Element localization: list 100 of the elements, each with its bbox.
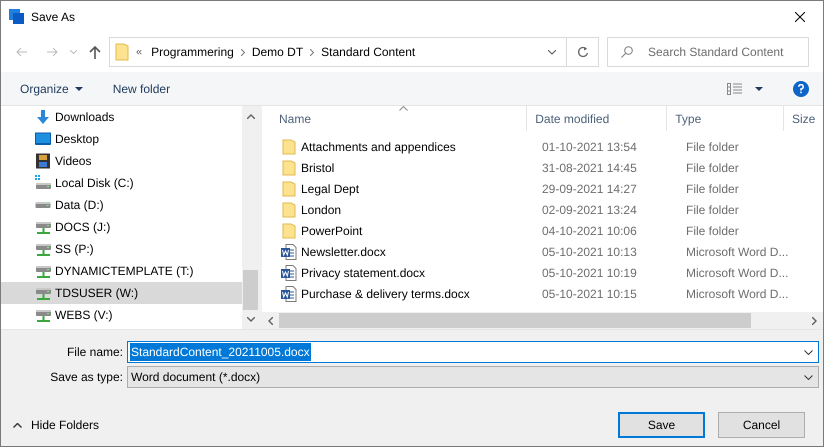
chevron-right-icon <box>240 48 245 56</box>
close-icon <box>795 12 805 22</box>
word-document-icon <box>281 286 297 302</box>
type-cell-text: Microsoft Word D... <box>685 286 790 302</box>
address-bar[interactable]: « Programmering Demo DT Standard Content <box>109 37 599 67</box>
date-modified-cell-text: 05-10-2021 10:13 <box>541 244 638 260</box>
file-name[interactable]: Purchase & delivery terms.docx <box>301 284 470 302</box>
chevron-down-icon <box>548 50 556 54</box>
chevron-down-icon <box>804 350 813 354</box>
scroll-left-icon <box>268 316 273 324</box>
file-name[interactable]: Legal Dept <box>301 180 360 198</box>
dialog-button[interactable]: Save <box>618 412 705 438</box>
chevron-right-icon <box>310 48 314 56</box>
window-title: Save As <box>31 8 76 26</box>
column-header[interactable]: Size <box>783 106 823 131</box>
system-drive-icon <box>35 175 51 191</box>
back-arrow-icon <box>16 47 28 57</box>
folder-icon <box>282 180 296 196</box>
new-folder-button[interactable]: New folder <box>106 76 178 102</box>
type-cell-text: File folder <box>685 202 740 218</box>
type-cell-text: File folder <box>685 138 740 156</box>
type-cell-text: File folder <box>685 180 740 198</box>
navigation-item[interactable]: Videos <box>1 150 242 172</box>
file-name[interactable]: PowerPoint <box>301 222 362 240</box>
folder-icon <box>282 202 296 218</box>
column-header[interactable]: Date modified <box>526 106 666 131</box>
breadcrumb-item[interactable]: Programmering <box>151 43 234 61</box>
folder-icon <box>282 138 296 154</box>
question-mark-icon <box>798 84 804 94</box>
navigation-item[interactable]: Downloads <box>1 106 242 128</box>
chevron-up-icon <box>13 422 22 428</box>
sort-ascending-icon <box>399 106 408 111</box>
horizontal-scrollbar[interactable] <box>262 312 823 329</box>
caret-down-icon <box>74 86 83 90</box>
type-cell-text: Microsoft Word D... <box>685 264 790 282</box>
date-modified-cell-text: 02-09-2021 13:24 <box>541 202 638 218</box>
window-app-icon <box>9 8 25 24</box>
breadcrumb-item[interactable]: Standard Content <box>321 43 416 61</box>
file-name-field[interactable]: StandardContent_20211005.docx <box>127 341 819 363</box>
save-as-type-dropdown[interactable]: Word document (*.docx) <box>127 366 819 388</box>
help-button[interactable] <box>793 80 809 96</box>
navigation-item[interactable]: DOCS (J:) <box>1 216 242 238</box>
search-icon <box>621 46 633 58</box>
film-strip-icon <box>35 153 51 169</box>
type-cell-text: Microsoft Word D... <box>685 244 790 260</box>
network-drive-icon <box>35 263 51 279</box>
drive-icon <box>35 202 51 208</box>
navigation-item[interactable]: Data (D:) <box>1 194 242 216</box>
type-cell-text: File folder <box>685 160 740 176</box>
file-name[interactable]: Attachments and appendices <box>301 138 456 156</box>
column-header[interactable]: Name <box>271 106 526 131</box>
date-modified-cell-text: 05-10-2021 10:15 <box>541 286 638 302</box>
file-name[interactable]: Privacy statement.docx <box>301 264 426 282</box>
breadcrumb-overflow[interactable]: « <box>136 44 142 60</box>
navigation-item[interactable]: DYNAMICTEMPLATE (T:) <box>1 260 242 282</box>
date-modified-cell-text: 29-09-2021 14:27 <box>541 180 638 198</box>
save-as-type-label: Save as type: <box>49 369 124 386</box>
caret-down-icon <box>755 86 763 90</box>
scroll-right-icon <box>812 316 817 324</box>
search-field[interactable]: Search Standard Content <box>607 37 809 67</box>
file-name[interactable]: Newsletter.docx <box>301 242 386 260</box>
navigation-item[interactable]: TDSUSER (W:) <box>1 282 242 304</box>
date-modified-cell-text: 01-10-2021 13:54 <box>541 138 638 156</box>
navigation-item[interactable]: Local Disk (C:) <box>1 172 242 194</box>
organize-button[interactable]: Organize <box>13 76 90 102</box>
folder-icon <box>115 43 129 61</box>
type-cell-text: File folder <box>685 222 740 240</box>
navigation-item[interactable]: Desktop <box>1 128 242 150</box>
vertical-scrollbar[interactable] <box>242 106 259 329</box>
date-modified-cell-text: 05-10-2021 10:19 <box>541 264 638 282</box>
dialog-button[interactable]: Cancel <box>718 412 805 438</box>
network-drive-icon <box>35 219 51 235</box>
up-arrow-icon <box>89 46 101 58</box>
chevron-down-icon <box>70 50 76 54</box>
file-name[interactable]: London <box>301 200 342 218</box>
navigation-item[interactable]: SS (P:) <box>1 238 242 260</box>
scrollbar-thumb[interactable] <box>279 313 751 328</box>
scrollbar-thumb[interactable] <box>243 270 258 310</box>
folder-icon <box>282 222 296 238</box>
file-name[interactable]: Bristol <box>301 158 334 176</box>
word-document-icon <box>281 244 297 260</box>
folder-icon <box>282 160 296 176</box>
download-arrow-icon <box>35 109 51 125</box>
refresh-icon <box>576 46 588 58</box>
file-name-label: File name: <box>66 344 124 361</box>
breadcrumb-item[interactable]: Demo DT <box>252 43 304 61</box>
network-drive-icon <box>35 241 51 257</box>
column-header[interactable]: Type <box>666 106 783 131</box>
details-view-icon <box>727 82 743 94</box>
word-document-icon <box>281 264 297 280</box>
forward-arrow-icon <box>46 47 58 57</box>
chevron-down-icon <box>804 374 813 380</box>
network-drive-icon <box>35 307 51 323</box>
date-modified-cell-text: 04-10-2021 10:06 <box>541 222 638 240</box>
desktop-icon <box>35 131 51 147</box>
hide-folders-button[interactable]: Hide Folders <box>13 413 100 437</box>
network-drive-icon <box>35 285 51 301</box>
navigation-item[interactable]: WEBS (V:) <box>1 304 242 326</box>
date-modified-cell-text: 31-08-2021 14:45 <box>541 160 638 176</box>
scroll-down-icon <box>246 317 254 322</box>
